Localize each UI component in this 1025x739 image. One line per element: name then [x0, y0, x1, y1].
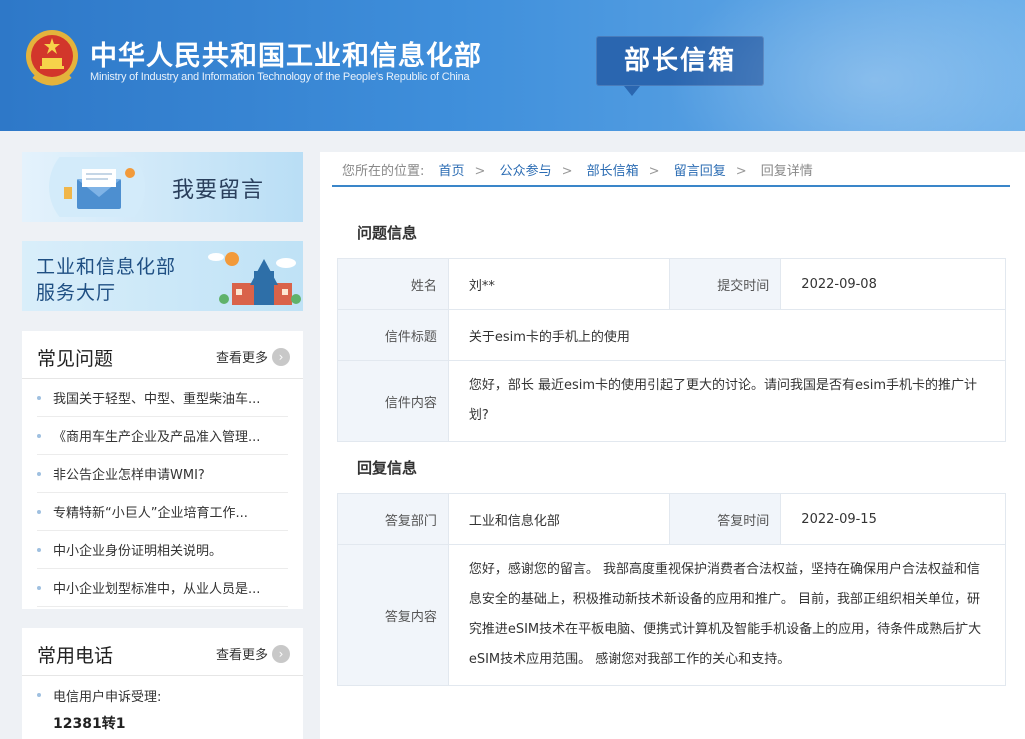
phone-label: 电信用户申诉受理: — [53, 690, 162, 705]
service-hall-line1: 工业和信息化部 — [36, 256, 177, 278]
reply-section-title: 回复信息 — [357, 459, 418, 477]
subject-value: 关于esim卡的手机上的使用 — [447, 309, 1007, 361]
reply-dept-label: 答复部门 — [337, 493, 449, 545]
phones-header: 常用电话 查看更多 › — [22, 628, 303, 676]
reply-table: 答复部门 工业和信息化部 答复时间 2022-09-15 答复内容 您好，感谢您… — [337, 493, 1007, 686]
breadcrumb-current: 回复详情 — [760, 164, 813, 179]
list-item[interactable]: 《商用车生产企业及产品准入管理... — [37, 417, 288, 455]
question-table: 姓名 刘** 提交时间 2022-09-08 信件标题 关于esim卡的手机上的… — [337, 258, 1007, 442]
leave-message-banner[interactable]: 我要留言 — [22, 152, 303, 222]
phones-more-link[interactable]: 查看更多 › — [216, 644, 290, 663]
faq-list: 我国关于轻型、中型、重型柴油车... 《商用车生产企业及产品准入管理... 非公… — [22, 379, 303, 607]
subject-label: 信件标题 — [337, 309, 449, 361]
breadcrumb-public-participation[interactable]: 公众参与 — [500, 164, 552, 179]
site-title: 中华人民共和国工业和信息化部 — [90, 41, 482, 72]
breadcrumb-divider — [332, 185, 1010, 187]
breadcrumb-minister-mailbox[interactable]: 部长信箱 — [587, 164, 639, 179]
name-value: 刘** — [447, 258, 671, 310]
reply-time-value: 2022-09-15 — [780, 493, 1006, 545]
building-icon — [208, 252, 301, 305]
faq-title: 常见问题 — [37, 348, 114, 370]
service-hall-banner[interactable]: 工业和信息化部 服务大厅 — [22, 241, 303, 311]
table-row: 答复部门 工业和信息化部 答复时间 2022-09-15 — [337, 493, 1006, 545]
bullet-icon — [37, 585, 41, 590]
phones-title: 常用电话 — [37, 645, 114, 667]
leave-message-label: 我要留言 — [172, 178, 265, 203]
table-row: 答复内容 您好，感谢您的留言。 我部高度重视保护消费者合法权益，坚持在确保用户合… — [337, 544, 1007, 686]
submit-time-label: 提交时间 — [669, 258, 782, 310]
submit-time-value: 2022-09-08 — [780, 258, 1006, 310]
bullet-icon — [37, 395, 41, 400]
list-item[interactable]: 中小企业划型标准中，从业人员是... — [37, 569, 288, 607]
table-row: 姓名 刘** 提交时间 2022-09-08 — [337, 258, 1006, 310]
breadcrumb: 您所在的位置: 首页 > 公众参与 > 部长信箱 > 留言回复 > 回复详情 — [342, 164, 813, 179]
site-header: 中华人民共和国工业和信息化部 Ministry of Industry and … — [0, 0, 1025, 131]
bullet-icon — [37, 509, 41, 514]
faq-panel: 常见问题 查看更多 › 我国关于轻型、中型、重型柴油车... 《商用车生产企业及… — [22, 331, 303, 609]
minister-mailbox-badge: 部长信箱 — [596, 36, 764, 96]
list-item[interactable]: 我国关于轻型、中型、重型柴油车... — [37, 379, 288, 417]
national-emblem-icon — [26, 30, 78, 86]
breadcrumb-prefix: 您所在的位置: — [342, 164, 425, 179]
list-item[interactable]: 专精特新“小巨人”企业培育工作... — [37, 493, 288, 531]
phones-more-label: 查看更多 — [215, 648, 268, 663]
chevron-right-icon: › — [272, 347, 290, 366]
reply-content-label: 答复内容 — [337, 544, 449, 686]
table-row: 信件标题 关于esim卡的手机上的使用 — [337, 309, 1007, 361]
content-value: 您好，部长 最近esim卡的使用引起了更大的讨论。请问我国是否有esim手机卡的… — [447, 360, 1007, 442]
faq-header: 常见问题 查看更多 › — [22, 331, 303, 379]
name-label: 姓名 — [337, 258, 449, 310]
chevron-right-icon: › — [272, 644, 290, 663]
bullet-icon — [37, 547, 41, 552]
reply-time-label: 答复时间 — [669, 493, 782, 545]
bullet-icon — [37, 433, 41, 438]
faq-more-link[interactable]: 查看更多 › — [216, 347, 290, 366]
reply-dept-value: 工业和信息化部 — [447, 493, 671, 545]
content-label: 信件内容 — [337, 360, 449, 442]
breadcrumb-message-reply[interactable]: 留言回复 — [674, 164, 726, 179]
faq-more-label: 查看更多 — [215, 351, 268, 366]
list-item[interactable]: 中小企业身份证明相关说明。 — [37, 531, 288, 569]
breadcrumb-home[interactable]: 首页 — [439, 164, 465, 179]
bullet-icon — [37, 471, 41, 476]
phone-item: 电信用户申诉受理: 12381转1 — [22, 676, 303, 739]
question-section-title: 问题信息 — [357, 224, 418, 242]
table-row: 信件内容 您好，部长 最近esim卡的使用引起了更大的讨论。请问我国是否有esi… — [337, 360, 1007, 442]
bullet-icon — [37, 693, 41, 697]
envelope-icon — [49, 157, 145, 217]
list-item[interactable]: 非公告企业怎样申请WMI? — [37, 455, 288, 493]
phones-panel: 常用电话 查看更多 › 电信用户申诉受理: 12381转1 — [22, 628, 303, 739]
site-subtitle: Ministry of Industry and Information Tec… — [90, 71, 470, 83]
reply-content-value: 您好，感谢您的留言。 我部高度重视保护消费者合法权益，坚持在确保用户合法权益和信… — [447, 544, 1007, 686]
service-hall-line2: 服务大厅 — [36, 282, 117, 304]
phone-number: 12381转1 — [53, 716, 126, 732]
main-content: 您所在的位置: 首页 > 公众参与 > 部长信箱 > 留言回复 > 回复详情 问题信息 … — [320, 152, 1025, 739]
